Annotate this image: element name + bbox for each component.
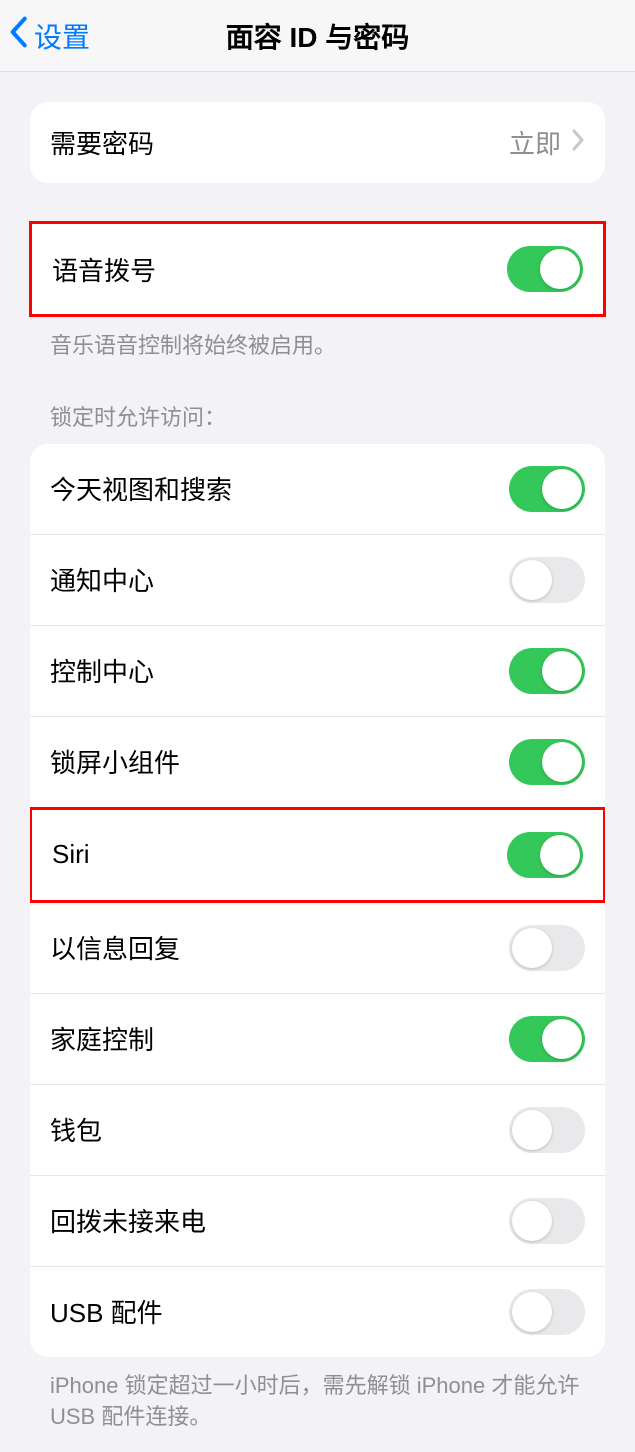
lock-access-toggle[interactable] bbox=[509, 1198, 585, 1244]
lock-access-row: 锁屏小组件 bbox=[30, 716, 605, 807]
lock-access-label: 通知中心 bbox=[50, 561, 154, 598]
lock-access-label: 今天视图和搜索 bbox=[50, 470, 232, 507]
lock-access-toggle[interactable] bbox=[509, 648, 585, 694]
lock-access-toggle[interactable] bbox=[509, 1016, 585, 1062]
lock-access-toggle[interactable] bbox=[507, 832, 583, 878]
lock-access-row: 通知中心 bbox=[30, 534, 605, 625]
lock-access-label: 控制中心 bbox=[50, 652, 154, 689]
voice-dial-toggle[interactable] bbox=[507, 246, 583, 292]
lock-access-group: 今天视图和搜索通知中心控制中心锁屏小组件 Siri 以信息回复家庭控制钱包回拨未接来… bbox=[30, 444, 605, 1357]
lock-access-row: 控制中心 bbox=[30, 625, 605, 716]
lock-access-toggle[interactable] bbox=[509, 1289, 585, 1335]
siri-highlight: Siri bbox=[30, 807, 605, 903]
lock-access-label: 锁屏小组件 bbox=[50, 743, 180, 780]
lock-access-header: 锁定时允许访问： bbox=[30, 400, 605, 444]
lock-access-label: 家庭控制 bbox=[50, 1020, 154, 1057]
lock-access-toggle[interactable] bbox=[509, 1107, 585, 1153]
voice-dial-row: 语音拨号 bbox=[32, 224, 603, 314]
lock-access-toggle[interactable] bbox=[509, 557, 585, 603]
require-passcode-row[interactable]: 需要密码 立即 bbox=[30, 102, 605, 183]
page-title: 面容 ID 与密码 bbox=[226, 16, 410, 56]
lock-access-label: 钱包 bbox=[50, 1111, 102, 1148]
lock-access-toggle[interactable] bbox=[509, 925, 585, 971]
lock-access-row: 今天视图和搜索 bbox=[30, 444, 605, 534]
voice-dial-footer: 音乐语音控制将始终被启用。 bbox=[30, 317, 605, 362]
lock-access-row: USB 配件 bbox=[30, 1266, 605, 1357]
chevron-right-icon bbox=[571, 127, 585, 159]
voice-dial-highlight: 语音拨号 bbox=[29, 221, 606, 317]
lock-access-row: 以信息回复 bbox=[30, 903, 605, 993]
lock-access-label: Siri bbox=[52, 839, 90, 870]
lock-access-label: 回拨未接来电 bbox=[50, 1202, 206, 1239]
require-passcode-value: 立即 bbox=[509, 124, 561, 161]
voice-dial-label: 语音拨号 bbox=[52, 251, 156, 288]
lock-access-toggle[interactable] bbox=[509, 466, 585, 512]
lock-access-row: 钱包 bbox=[30, 1084, 605, 1175]
lock-access-toggle[interactable] bbox=[509, 739, 585, 785]
lock-access-label: USB 配件 bbox=[50, 1293, 163, 1330]
back-button[interactable]: 设置 bbox=[8, 16, 90, 56]
nav-header: 设置 面容 ID 与密码 bbox=[0, 0, 635, 72]
lock-access-row: Siri bbox=[32, 810, 603, 900]
lock-access-label: 以信息回复 bbox=[50, 929, 180, 966]
require-passcode-label: 需要密码 bbox=[50, 124, 154, 161]
lock-access-row: 家庭控制 bbox=[30, 993, 605, 1084]
back-label: 设置 bbox=[34, 16, 90, 56]
lock-access-row: 回拨未接来电 bbox=[30, 1175, 605, 1266]
require-passcode-group: 需要密码 立即 bbox=[30, 102, 605, 183]
lock-access-footer: iPhone 锁定超过一小时后，需先解锁 iPhone 才能允许 USB 配件连… bbox=[30, 1357, 605, 1433]
chevron-left-icon bbox=[8, 16, 28, 55]
